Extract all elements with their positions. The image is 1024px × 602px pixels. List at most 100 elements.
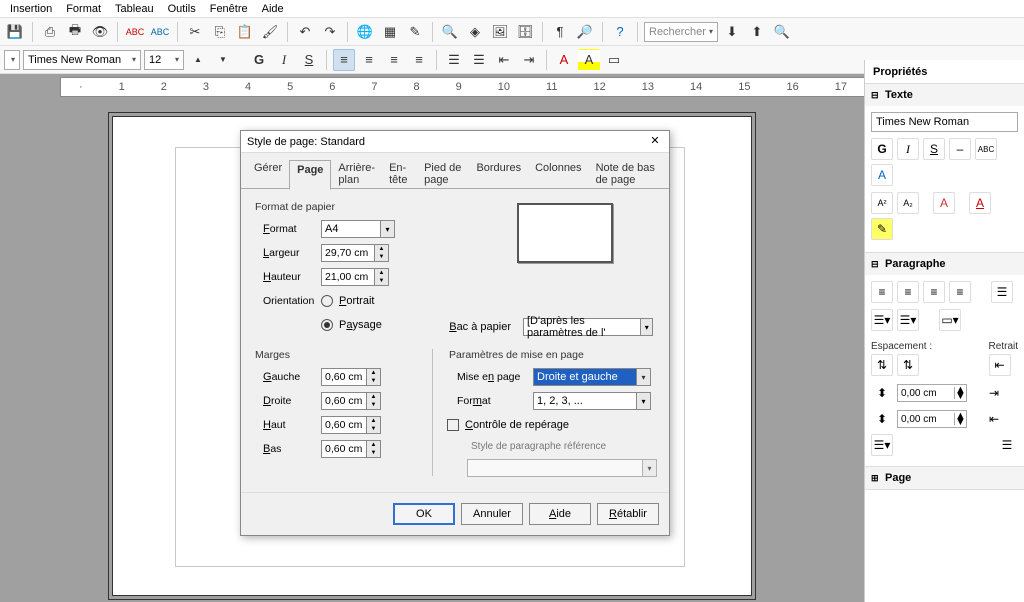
tab-colonnes[interactable]: Colonnes [528, 159, 588, 189]
save-icon[interactable]: 💾 [4, 21, 26, 43]
tab-bordures[interactable]: Bordures [469, 159, 528, 189]
page-layout-combo[interactable]: Droite et gauche▾ [533, 368, 651, 386]
sidebar-align-right[interactable]: ≡ [923, 281, 945, 303]
sidebar-highlight[interactable]: ✎ [871, 218, 893, 240]
find-replace-icon[interactable]: 🔍 [771, 21, 793, 43]
sidebar-section-paragraph[interactable]: ⊟Paragraphe [865, 253, 1024, 275]
menu-aide[interactable]: Aide [256, 1, 290, 17]
sidebar-section-page[interactable]: ⊞Page [865, 467, 1024, 489]
tab-notes[interactable]: Note de bas de page [589, 159, 663, 189]
font-name-combo[interactable]: Times New Roman▾ [23, 50, 141, 70]
navigator-icon[interactable]: ◈ [464, 21, 486, 43]
search-box[interactable]: Rechercher▾ [644, 22, 718, 42]
menu-insertion[interactable]: Insertion [4, 1, 58, 17]
sidebar-italic[interactable]: I [897, 138, 919, 160]
undo-icon[interactable]: ↶ [294, 21, 316, 43]
height-input[interactable] [321, 268, 375, 286]
width-input[interactable] [321, 244, 375, 262]
sidebar-shrink[interactable]: A [933, 192, 955, 214]
sidebar-font-name[interactable]: Times New Roman [871, 112, 1018, 132]
sidebar-underline[interactable]: S [923, 138, 945, 160]
menu-tableau[interactable]: Tableau [109, 1, 160, 17]
cancel-button[interactable]: Annuler [461, 503, 523, 525]
auto-spell-icon[interactable]: ABC [149, 21, 171, 43]
sidebar-align-center[interactable]: ≡ [897, 281, 919, 303]
spellcheck-icon[interactable]: ABC [124, 21, 146, 43]
reset-button[interactable]: Rétablir [597, 503, 659, 525]
margin-top-input[interactable] [321, 416, 367, 434]
number-format-combo[interactable]: 1, 2, 3, ...▾ [533, 392, 651, 410]
clone-format-icon[interactable]: 🖌 [259, 21, 281, 43]
sidebar-numbering[interactable]: ☰▾ [897, 309, 919, 331]
print-icon[interactable]: 🖶 [64, 21, 86, 43]
tab-gerer[interactable]: Gérer [247, 159, 289, 189]
sidebar-fontcolor[interactable]: A [969, 192, 991, 214]
cut-icon[interactable]: ✂ [184, 21, 206, 43]
margin-right-input[interactable] [321, 392, 367, 410]
sidebar-above-spin[interactable]: ▲▼ [897, 384, 967, 402]
sidebar-strike[interactable]: ‒ [949, 138, 971, 160]
table-icon[interactable]: ▦ [379, 21, 401, 43]
find-icon[interactable]: 🔍 [439, 21, 461, 43]
font-shrink-icon[interactable]: ▼ [212, 49, 234, 71]
height-spinner[interactable]: ▲▼ [375, 268, 389, 286]
zoom-icon[interactable]: 🔎 [574, 21, 596, 43]
format-combo[interactable]: A4▾ [321, 220, 395, 238]
sidebar-char-transform[interactable]: A [871, 164, 893, 186]
margin-right-spinner[interactable]: ▲▼ [367, 392, 381, 410]
datasource-icon[interactable]: 🗄 [514, 21, 536, 43]
font-color-button[interactable]: A [553, 49, 575, 71]
sidebar-section-text[interactable]: ⊟Texte [865, 84, 1024, 106]
register-check[interactable] [447, 419, 459, 431]
tray-combo[interactable]: [D'après les paramètres de l'▾ [523, 318, 653, 336]
sidebar-space-dec[interactable]: ⇅ [897, 354, 919, 376]
margin-bottom-spinner[interactable]: ▲▼ [367, 440, 381, 458]
menu-format[interactable]: Format [60, 1, 107, 17]
help-button[interactable]: Aide [529, 503, 591, 525]
sidebar-bullets[interactable]: ☰▾ [871, 309, 893, 331]
sidebar-linespacing[interactable]: ☰▾ [871, 434, 893, 456]
bgcolor-button[interactable]: ▭ [603, 49, 625, 71]
sidebar-bold[interactable]: G [871, 138, 893, 160]
redo-icon[interactable]: ↷ [319, 21, 341, 43]
tab-entete[interactable]: En-tête [382, 159, 417, 189]
bullets-button[interactable]: ☰ [468, 49, 490, 71]
indent-inc-button[interactable]: ⇥ [518, 49, 540, 71]
font-size-combo[interactable]: 12▾ [144, 50, 184, 70]
align-center-button[interactable]: ≡ [358, 49, 380, 71]
menu-outils[interactable]: Outils [162, 1, 202, 17]
sidebar-text-direction[interactable]: ☰ [991, 281, 1013, 303]
horizontal-ruler[interactable]: ·123456789101112131415161718 [60, 77, 964, 97]
sidebar-indent-l[interactable]: ⇤ [989, 354, 1011, 376]
sidebar-super[interactable]: A² [871, 192, 893, 214]
width-spinner[interactable]: ▲▼ [375, 244, 389, 262]
align-right-button[interactable]: ≡ [383, 49, 405, 71]
portrait-radio[interactable] [321, 295, 333, 307]
margin-left-input[interactable] [321, 368, 367, 386]
show-draw-icon[interactable]: ✎ [404, 21, 426, 43]
tab-arriere-plan[interactable]: Arrière-plan [331, 159, 382, 189]
paste-icon[interactable]: 📋 [234, 21, 256, 43]
ok-button[interactable]: OK [393, 503, 455, 525]
sidebar-align-left[interactable]: ≡ [871, 281, 893, 303]
sidebar-below-spin[interactable]: ▲▼ [897, 410, 967, 428]
margin-bottom-input[interactable] [321, 440, 367, 458]
underline-button[interactable]: S [298, 49, 320, 71]
find-next-icon[interactable]: ⬆ [746, 21, 768, 43]
menu-fenetre[interactable]: Fenêtre [204, 1, 254, 17]
tab-page[interactable]: Page [289, 160, 331, 190]
find-prev-icon[interactable]: ⬇ [721, 21, 743, 43]
indent-dec-button[interactable]: ⇤ [493, 49, 515, 71]
landscape-radio[interactable] [321, 319, 333, 331]
bold-button[interactable]: G [248, 49, 270, 71]
font-grow-icon[interactable]: ▲ [187, 49, 209, 71]
italic-button[interactable]: I [273, 49, 295, 71]
margin-top-spinner[interactable]: ▲▼ [367, 416, 381, 434]
gallery-icon[interactable]: 🖼 [489, 21, 511, 43]
sidebar-bgcolor[interactable]: ▭▾ [939, 309, 961, 331]
help-icon[interactable]: ? [609, 21, 631, 43]
export-pdf-icon[interactable]: ⎙ [39, 21, 61, 43]
margin-left-spinner[interactable]: ▲▼ [367, 368, 381, 386]
sidebar-sub[interactable]: A₂ [897, 192, 919, 214]
sidebar-align-justify[interactable]: ≡ [949, 281, 971, 303]
